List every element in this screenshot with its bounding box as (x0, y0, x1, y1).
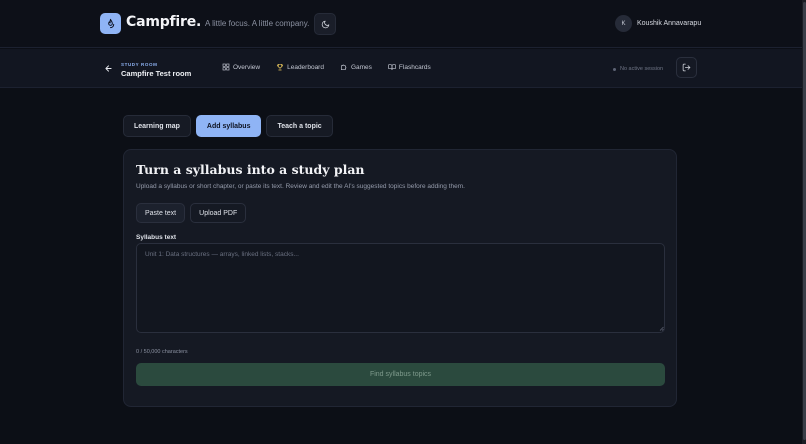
theme-toggle-button[interactable] (314, 13, 336, 35)
grid-icon (222, 63, 230, 71)
brand-name[interactable]: Campfire. (126, 14, 201, 30)
top-bar: Campfire. A little focus. A little compa… (0, 0, 802, 48)
tab-learning-map[interactable]: Learning map (123, 115, 191, 137)
nav-label: Flashcards (398, 63, 431, 71)
status-dot (613, 67, 616, 71)
session-status: No active session (613, 66, 663, 72)
nav-flashcards[interactable]: Flashcards (388, 63, 431, 71)
paste-text-button[interactable]: Paste text (136, 203, 186, 223)
card-description: Upload a syllabus or short chapter, or p… (136, 183, 465, 190)
tab-add-syllabus[interactable]: Add syllabus (195, 115, 262, 137)
nav-label: Games (350, 63, 372, 71)
log-out-icon (682, 63, 691, 72)
resize-grip-icon[interactable] (659, 326, 664, 331)
back-arrow-icon[interactable] (104, 64, 113, 73)
room-nav: Overview Leaderboard Games Flashcards (222, 63, 447, 71)
avatar[interactable]: K (615, 15, 632, 32)
flame-logo-icon[interactable] (100, 13, 121, 34)
card-title: Turn a syllabus into a study plan (136, 162, 365, 177)
upload-pdf-button[interactable]: Upload PDF (190, 203, 247, 223)
character-count: 0 / 50,000 characters (136, 349, 188, 355)
section-tabs: Learning map Add syllabus Teach a topic (123, 115, 333, 137)
leave-room-button[interactable] (676, 57, 697, 78)
moon-icon (321, 20, 329, 28)
tagline: A little focus. A little company. (205, 19, 310, 28)
user-name[interactable]: Koushik Annavarapu (637, 20, 701, 27)
trophy-icon (277, 64, 284, 71)
room-bar: STUDY ROOM Campfire Test room Overview L… (0, 49, 802, 88)
nav-games[interactable]: Games (340, 63, 372, 71)
nav-label: Overview (233, 63, 261, 71)
nav-leaderboard[interactable]: Leaderboard (276, 63, 324, 71)
syllabus-text-label: Syllabus text (136, 234, 177, 241)
puzzle-icon (340, 64, 347, 70)
nav-overview[interactable]: Overview (222, 63, 260, 71)
find-topics-button[interactable]: Find syllabus topics (136, 363, 665, 386)
syllabus-text-input[interactable] (136, 243, 665, 333)
tab-teach-topic[interactable]: Teach a topic (266, 115, 333, 137)
room-name: Campfire Test room (121, 69, 192, 78)
session-status-text: No active session (620, 66, 664, 72)
nav-label: Leaderboard (287, 63, 324, 71)
syllabus-card: Turn a syllabus into a study plan Upload… (123, 149, 677, 407)
room-label: STUDY ROOM (121, 62, 158, 67)
input-mode-toggle: Paste text Upload PDF (136, 203, 247, 223)
book-open-icon (388, 64, 396, 70)
